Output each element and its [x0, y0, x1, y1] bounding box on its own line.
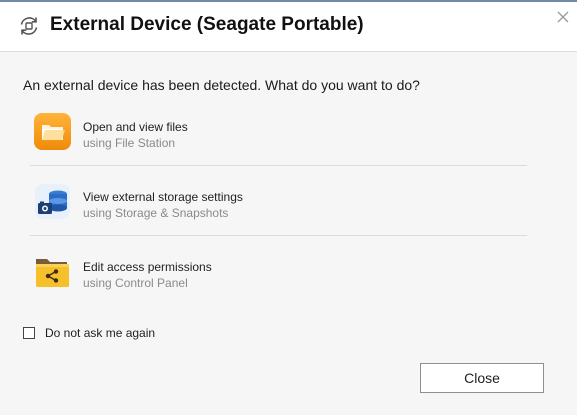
- option-label: View external storage settings: [83, 190, 243, 204]
- checkbox-label: Do not ask me again: [45, 326, 156, 340]
- close-icon[interactable]: [555, 9, 571, 25]
- shared-folder-icon: [36, 259, 69, 287]
- close-button[interactable]: Close: [420, 363, 544, 393]
- option-subtitle: using File Station: [83, 136, 176, 150]
- dialog-title: External Device (Seagate Portable): [50, 14, 364, 35]
- divider: [30, 235, 527, 236]
- option-label: Edit access permissions: [83, 260, 212, 274]
- external-device-dialog: External Device (Seagate Portable) An ex…: [0, 0, 577, 415]
- option-subtitle: using Storage & Snapshots: [83, 206, 229, 220]
- option-label: Open and view files: [83, 120, 188, 134]
- option-subtitle: using Control Panel: [83, 276, 188, 290]
- external-device-sync-icon: [20, 17, 38, 35]
- option-view-storage-settings[interactable]: View external storage settings using Sto…: [30, 173, 527, 237]
- option-open-view-files[interactable]: Open and view files using File Station: [30, 103, 527, 167]
- do-not-ask-again-checkbox[interactable]: [23, 327, 35, 339]
- storage-snapshots-icon: [35, 184, 70, 219]
- divider: [30, 165, 527, 166]
- file-station-folder-icon: [34, 113, 71, 150]
- dialog-header: External Device (Seagate Portable): [0, 2, 577, 52]
- dialog-question: An external device has been detected. Wh…: [23, 77, 420, 93]
- option-edit-access-permissions[interactable]: Edit access permissions using Control Pa…: [30, 243, 527, 307]
